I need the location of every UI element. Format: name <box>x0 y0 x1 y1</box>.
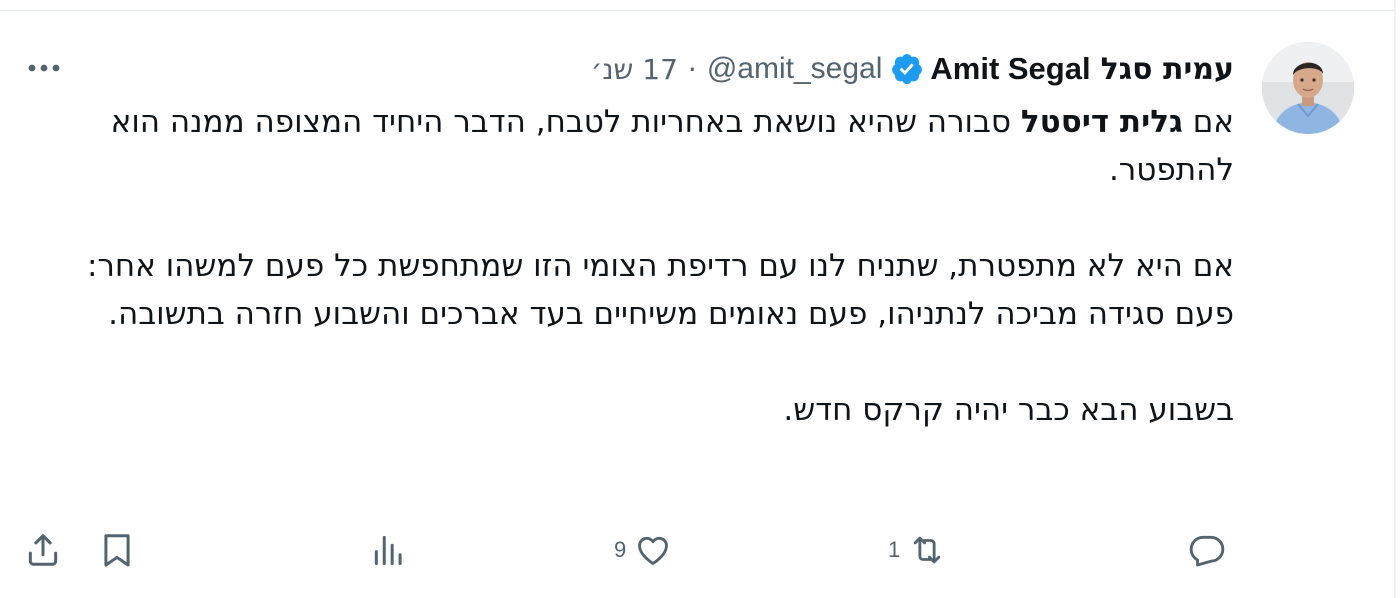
avatar[interactable] <box>1262 42 1354 134</box>
bookmark-icon <box>104 534 130 567</box>
like-count: 9 <box>614 537 627 562</box>
bookmark-button[interactable] <box>98 528 136 572</box>
tweet-paragraph-2: אם היא לא מתפטרת, שתניח לנו עם רדיפת הצו… <box>86 248 1234 332</box>
reply-button[interactable] <box>1188 528 1226 572</box>
mentioned-name: גלית דיסטל <box>1020 104 1183 140</box>
views-icon <box>374 535 402 565</box>
separator-dot: · <box>687 52 697 86</box>
tweet-paragraph-3: בשבוע הבא כבר יהיה קרקס חדש. <box>783 392 1234 428</box>
retweet-count: 1 <box>888 537 901 562</box>
views-button[interactable] <box>370 528 408 572</box>
divider <box>0 10 1396 11</box>
reply-icon <box>1189 535 1225 567</box>
divider <box>1394 0 1396 598</box>
heart-icon <box>638 536 669 565</box>
share-icon <box>28 534 58 566</box>
more-options-icon[interactable] <box>24 50 64 86</box>
author-name-hebrew[interactable]: עמית סגל <box>1101 52 1234 87</box>
tweet-card[interactable]: עמית סגל Amit Segal @amit_segal · 17 שנ׳… <box>0 0 1400 598</box>
tweet-timestamp[interactable]: 17 שנ׳ <box>591 53 678 86</box>
retweet-icon <box>913 536 941 564</box>
tweet-header: עמית סגל Amit Segal @amit_segal · 17 שנ׳ <box>591 44 1234 94</box>
share-button[interactable] <box>24 528 62 572</box>
like-button[interactable]: 9 <box>614 528 672 572</box>
avatar-photo <box>1262 42 1354 134</box>
action-bar: 1 9 <box>0 520 1400 580</box>
retweet-button[interactable]: 1 <box>888 528 946 572</box>
author-handle[interactable]: @amit_segal <box>707 52 883 86</box>
tweet-paragraph-1: אם גלית דיסטל סבורה שהיא נושאת באחריות ל… <box>34 98 1234 194</box>
author-name-english[interactable]: Amit Segal <box>930 51 1090 87</box>
tweet-body: אם גלית דיסטל סבורה שהיא נושאת באחריות ל… <box>34 98 1234 434</box>
tweet-text-span: אם <box>1182 104 1234 140</box>
verified-badge-icon <box>892 54 923 85</box>
